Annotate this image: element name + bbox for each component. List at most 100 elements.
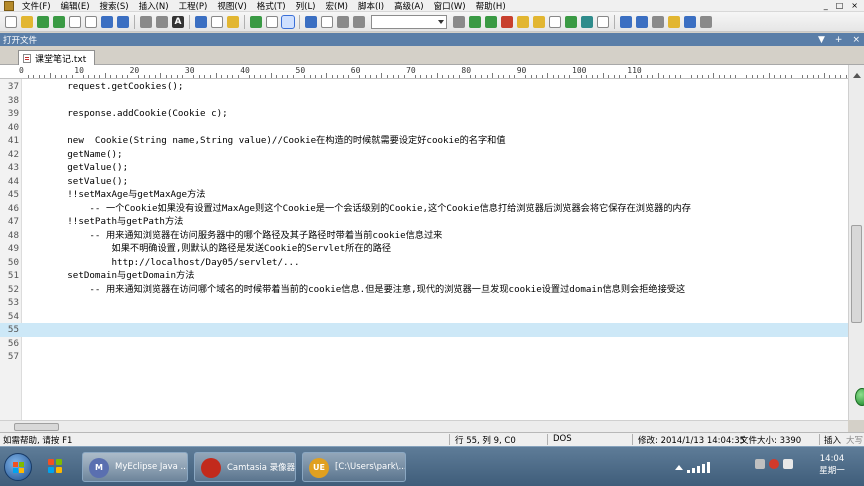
taskbar-app-button[interactable]: Camtasia 录像器: [194, 452, 296, 482]
ruler-tick: [364, 75, 366, 78]
menu-item[interactable]: 窗口(W): [429, 0, 471, 12]
menu-item[interactable]: 插入(N): [134, 0, 174, 12]
ruler-label: 20: [129, 66, 140, 75]
menu-item[interactable]: 工程(P): [174, 0, 213, 12]
document-icon[interactable]: [69, 15, 81, 28]
help-icon[interactable]: [684, 15, 696, 28]
minimize-button[interactable]: _: [824, 1, 828, 10]
show-hidden-icons-icon[interactable]: [675, 461, 683, 470]
find-in-files-icon[interactable]: [469, 15, 481, 28]
font-combo[interactable]: [371, 14, 447, 29]
template-icon[interactable]: [85, 15, 97, 28]
editor-line[interactable]: 40: [0, 121, 848, 135]
menu-item[interactable]: 文件(F): [17, 0, 56, 12]
next-bookmark-icon[interactable]: [517, 15, 529, 28]
system-clock[interactable]: 14:04 星期一: [807, 453, 857, 477]
hex-icon[interactable]: [266, 15, 278, 28]
start-button[interactable]: [4, 453, 32, 481]
editor-line[interactable]: 50 http://localhost/Day05/servlet/...: [0, 256, 848, 270]
tab-notes-file[interactable]: 课堂笔记.txt: [18, 50, 96, 65]
menu-item[interactable]: 编辑(E): [56, 0, 95, 12]
editor-line[interactable]: 39 response.addCookie(Cookie c);: [0, 107, 848, 121]
back-arrow-icon[interactable]: [37, 15, 49, 28]
editor-line[interactable]: 57: [0, 350, 848, 364]
goto-icon[interactable]: [337, 15, 349, 28]
editor-line[interactable]: 47 !!setPath与getPath方法: [0, 215, 848, 229]
find-icon[interactable]: [305, 15, 317, 28]
editor-line[interactable]: 38: [0, 94, 848, 108]
compare-icon[interactable]: [597, 15, 609, 28]
app-icon[interactable]: [4, 0, 14, 11]
editor-line[interactable]: 41 new Cookie(String name,String value)/…: [0, 134, 848, 148]
bookmark-icon[interactable]: [501, 15, 513, 28]
editor-line[interactable]: 46 -- 一个Cookie如果没有设置过MaxAge则这个Cookie是一个会…: [0, 202, 848, 216]
horizontal-scroll-thumb[interactable]: [14, 423, 59, 431]
editor-line[interactable]: 44 setValue();: [0, 175, 848, 189]
editor-line[interactable]: 52 -- 用来通知浏览器在访问哪个域名的时候带着当前的cookie信息.但是要…: [0, 283, 848, 297]
column-mode-icon[interactable]: [281, 14, 295, 29]
menu-item[interactable]: 格式(T): [252, 0, 291, 12]
tray-pen-icon[interactable]: [755, 459, 765, 469]
sort-icon[interactable]: [549, 15, 561, 28]
tray-volume-icon[interactable]: [783, 459, 793, 469]
panel-close-icon[interactable]: ×: [852, 35, 860, 45]
pinned-windows-icon[interactable]: [40, 453, 72, 481]
editor-line[interactable]: 45 !!setMaxAge与getMaxAge方法: [0, 188, 848, 202]
menu-item[interactable]: 视图(V): [212, 0, 251, 12]
editor-line[interactable]: 49 如果不明确设置,则默认的路径是发送Cookie的Servlet所在的路径: [0, 242, 848, 256]
editor-line[interactable]: 42 getName();: [0, 148, 848, 162]
menu-item[interactable]: 高级(A): [389, 0, 428, 12]
text-editor[interactable]: 37 request.getCookies(); 38 39 response.ad…: [0, 79, 848, 420]
replace-in-files-icon[interactable]: [485, 15, 497, 28]
horizontal-scrollbar[interactable]: [0, 420, 848, 432]
taskbar-app-button[interactable]: UE [C:\Users\park\...: [302, 452, 406, 482]
paste-icon[interactable]: [227, 15, 239, 28]
editor-line[interactable]: 56: [0, 337, 848, 351]
print-icon[interactable]: [140, 15, 152, 28]
new-file-icon[interactable]: [5, 15, 17, 28]
save-all-icon[interactable]: [117, 15, 129, 28]
cut-icon[interactable]: [195, 15, 207, 28]
tray-record-icon[interactable]: [769, 459, 779, 469]
menu-item[interactable]: 搜索(S): [95, 0, 134, 12]
editor-line[interactable]: 55: [0, 323, 848, 337]
scroll-up-arrow-icon[interactable]: [853, 69, 861, 78]
editor-line[interactable]: 53: [0, 296, 848, 310]
panel-pin-icon[interactable]: +: [835, 35, 843, 45]
web-icon[interactable]: [636, 15, 648, 28]
editor-line[interactable]: 48 -- 用来通知浏览器在访问服务器中的哪个路径及其子路径时带着当前cooki…: [0, 229, 848, 243]
editor-line[interactable]: 51 setDomain与getDomain方法: [0, 269, 848, 283]
toolbar-overflow-icon[interactable]: [700, 15, 712, 28]
vertical-scroll-thumb[interactable]: [851, 225, 862, 323]
wrap-icon[interactable]: [250, 15, 262, 28]
binoculars-icon[interactable]: [453, 15, 465, 28]
copy-icon[interactable]: [211, 15, 223, 28]
function-list-icon[interactable]: [533, 15, 545, 28]
settings-gear-icon[interactable]: [652, 15, 664, 28]
replace-icon[interactable]: [321, 15, 333, 28]
menu-item[interactable]: 帮助(H): [471, 0, 511, 12]
panel-dropdown-icon[interactable]: ▼: [818, 35, 825, 45]
font-icon[interactable]: A: [172, 15, 184, 28]
editor-line[interactable]: 54: [0, 310, 848, 324]
macro-icon[interactable]: [353, 15, 365, 28]
close-button[interactable]: ×: [851, 1, 858, 10]
tip-bulb-icon[interactable]: [668, 15, 680, 28]
convert-icon[interactable]: [565, 15, 577, 28]
save-icon[interactable]: [101, 15, 113, 28]
browser-icon[interactable]: [620, 15, 632, 28]
vertical-scrollbar[interactable]: [848, 65, 864, 420]
editor-line[interactable]: 43 getValue();: [0, 161, 848, 175]
restore-button[interactable]: □: [836, 1, 844, 10]
forward-arrow-icon[interactable]: [53, 15, 65, 28]
taskbar-app-button[interactable]: M MyEclipse Java ...: [82, 452, 188, 482]
menu-item[interactable]: 列(L): [291, 0, 321, 12]
open-folder-icon[interactable]: [21, 15, 33, 28]
menu-item[interactable]: 宏(M): [321, 0, 353, 12]
network-signal-icon[interactable]: [687, 461, 715, 473]
menu-item[interactable]: 脚本(I): [353, 0, 389, 12]
print-preview-icon[interactable]: [156, 15, 168, 28]
floating-green-icon[interactable]: [855, 388, 864, 406]
ftp-icon[interactable]: [581, 15, 593, 28]
editor-line[interactable]: 37 request.getCookies();: [0, 80, 848, 94]
